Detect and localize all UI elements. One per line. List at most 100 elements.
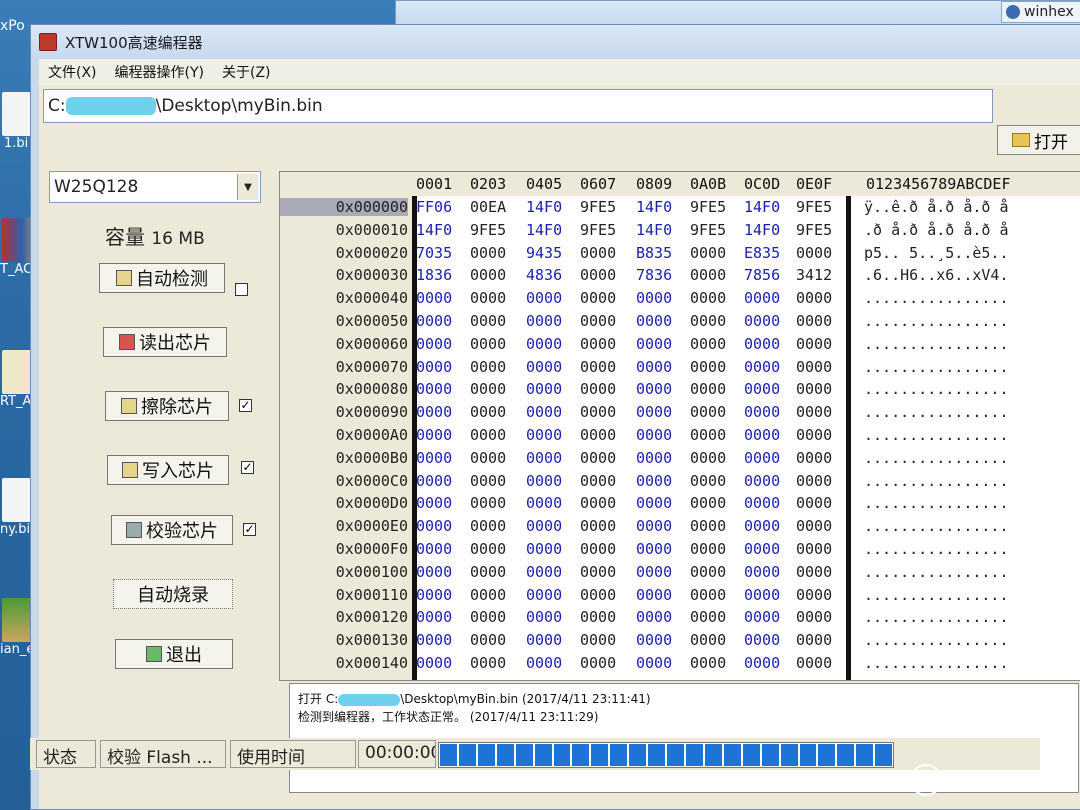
hex-byte-cell[interactable]: 0000 [636, 540, 672, 558]
ascii-cell[interactable]: p5.. 5..¸5..è5.. [864, 244, 1009, 262]
hex-byte-cell[interactable]: 0000 [416, 631, 452, 649]
hex-byte-cell[interactable]: 00EA [470, 198, 506, 216]
hex-byte-cell[interactable]: 0000 [636, 449, 672, 467]
hex-byte-cell[interactable]: 0000 [796, 380, 832, 398]
hex-byte-cell[interactable]: 0000 [580, 540, 616, 558]
hex-byte-cell[interactable]: 0000 [636, 289, 672, 307]
hex-byte-cell[interactable]: 0000 [416, 335, 452, 353]
hex-view[interactable]: 0001 0203 0405 0607 0809 0A0B 0C0D 0E0F 01234567… [279, 171, 1080, 681]
ascii-cell[interactable]: ................ [864, 312, 1009, 330]
ascii-cell[interactable]: .6..H6..x6..xV4. [864, 266, 1009, 284]
ascii-cell[interactable]: ................ [864, 494, 1009, 512]
hex-byte-cell[interactable]: 0000 [526, 335, 562, 353]
hex-byte-cell[interactable]: 0000 [796, 449, 832, 467]
hex-byte-cell[interactable]: 0000 [526, 289, 562, 307]
menu-programmer-ops[interactable]: 编程器操作(Y) [106, 62, 213, 82]
hex-byte-cell[interactable]: 0000 [526, 358, 562, 376]
hex-byte-cell[interactable]: 0000 [470, 380, 506, 398]
hex-byte-cell[interactable]: 0000 [690, 654, 726, 672]
verify-checkbox[interactable]: ✓ [243, 523, 256, 536]
hex-byte-cell[interactable]: 0000 [690, 244, 726, 262]
auto-detect-checkbox[interactable] [235, 283, 248, 296]
hex-byte-cell[interactable]: 0000 [690, 472, 726, 490]
hex-byte-cell[interactable]: 0000 [580, 494, 616, 512]
hex-byte-cell[interactable]: 0000 [796, 289, 832, 307]
hex-byte-cell[interactable]: 0000 [796, 586, 832, 604]
hex-byte-cell[interactable]: 0000 [416, 494, 452, 512]
hex-byte-cell[interactable]: 14F0 [636, 198, 672, 216]
hex-byte-cell[interactable]: 0000 [470, 608, 506, 626]
write-chip-button[interactable]: 写入芯片 [107, 455, 229, 485]
ascii-cell[interactable]: ................ [864, 358, 1009, 376]
hex-byte-cell[interactable]: 0000 [690, 563, 726, 581]
hex-byte-cell[interactable]: 0000 [580, 312, 616, 330]
hex-byte-cell[interactable]: 9FE5 [580, 221, 616, 239]
hex-byte-cell[interactable]: 0000 [690, 403, 726, 421]
ascii-cell[interactable]: ................ [864, 540, 1009, 558]
hex-byte-cell[interactable]: 0000 [416, 608, 452, 626]
hex-byte-cell[interactable]: 0000 [580, 266, 616, 284]
hex-byte-cell[interactable]: 9FE5 [796, 198, 832, 216]
hex-byte-cell[interactable]: 0000 [636, 494, 672, 512]
ascii-cell[interactable]: ÿ..ê.ð å.ð å.ð å [864, 198, 1009, 216]
hex-byte-cell[interactable]: 0000 [526, 472, 562, 490]
hex-byte-cell[interactable]: 0000 [744, 289, 780, 307]
hex-byte-cell[interactable]: 0000 [744, 426, 780, 444]
chevron-down-icon[interactable]: ▼ [237, 174, 258, 200]
hex-byte-cell[interactable]: 0000 [690, 631, 726, 649]
hex-byte-cell[interactable]: 0000 [526, 586, 562, 604]
hex-byte-cell[interactable]: 0000 [690, 517, 726, 535]
hex-byte-cell[interactable]: 0000 [796, 358, 832, 376]
exit-button[interactable]: 退出 [115, 639, 233, 669]
hex-byte-cell[interactable]: 0000 [416, 403, 452, 421]
hex-byte-cell[interactable]: 0000 [796, 517, 832, 535]
hex-byte-cell[interactable]: 0000 [470, 426, 506, 444]
hex-byte-cell[interactable]: 0000 [470, 517, 506, 535]
hex-byte-cell[interactable]: 0000 [526, 517, 562, 535]
hex-byte-cell[interactable]: 9435 [526, 244, 562, 262]
hex-byte-cell[interactable]: 0000 [744, 631, 780, 649]
title-bar[interactable]: XTW100高速编程器 [31, 25, 1080, 59]
hex-byte-cell[interactable]: 0000 [636, 586, 672, 604]
hex-byte-cell[interactable]: 0000 [580, 563, 616, 581]
hex-byte-cell[interactable]: 0000 [526, 563, 562, 581]
hex-byte-cell[interactable]: 0000 [580, 449, 616, 467]
winhex-tab[interactable]: winhex [1001, 1, 1080, 23]
hex-byte-cell[interactable]: 14F0 [526, 221, 562, 239]
hex-byte-cell[interactable]: 0000 [470, 289, 506, 307]
desktop-icon-label[interactable]: xPo [0, 18, 25, 34]
hex-byte-cell[interactable]: 0000 [690, 266, 726, 284]
hex-byte-cell[interactable]: 0000 [580, 289, 616, 307]
ascii-cell[interactable]: ................ [864, 380, 1009, 398]
hex-byte-cell[interactable]: 0000 [470, 266, 506, 284]
hex-byte-cell[interactable]: 0000 [416, 449, 452, 467]
hex-byte-cell[interactable]: 0000 [580, 244, 616, 262]
hex-byte-cell[interactable]: 0000 [744, 312, 780, 330]
hex-byte-cell[interactable]: 0000 [526, 494, 562, 512]
ascii-cell[interactable]: ................ [864, 563, 1009, 581]
hex-byte-cell[interactable]: 0000 [580, 426, 616, 444]
hex-byte-cell[interactable]: 0000 [526, 380, 562, 398]
hex-byte-cell[interactable]: 0000 [690, 608, 726, 626]
hex-byte-cell[interactable]: 0000 [470, 540, 506, 558]
ascii-cell[interactable]: ................ [864, 631, 1009, 649]
hex-byte-cell[interactable]: 0000 [690, 426, 726, 444]
hex-byte-cell[interactable]: 0000 [744, 403, 780, 421]
ascii-cell[interactable]: ................ [864, 289, 1009, 307]
hex-byte-cell[interactable]: 0000 [526, 654, 562, 672]
write-checkbox[interactable]: ✓ [241, 461, 254, 474]
hex-byte-cell[interactable]: 3412 [796, 266, 832, 284]
hex-byte-cell[interactable]: 0000 [636, 312, 672, 330]
hex-byte-cell[interactable]: 0000 [636, 472, 672, 490]
hex-byte-cell[interactable]: 0000 [470, 494, 506, 512]
auto-burn-button[interactable]: 自动烧录 [113, 579, 233, 609]
hex-byte-cell[interactable]: 0000 [470, 586, 506, 604]
hex-byte-cell[interactable]: 0000 [580, 654, 616, 672]
read-chip-button[interactable]: 读出芯片 [103, 327, 227, 357]
erase-checkbox[interactable]: ✓ [239, 399, 252, 412]
hex-byte-cell[interactable]: 0000 [690, 358, 726, 376]
hex-byte-cell[interactable]: 0000 [416, 426, 452, 444]
hex-byte-cell[interactable]: B835 [636, 244, 672, 262]
hex-byte-cell[interactable]: 0000 [690, 494, 726, 512]
hex-byte-cell[interactable]: 0000 [744, 563, 780, 581]
